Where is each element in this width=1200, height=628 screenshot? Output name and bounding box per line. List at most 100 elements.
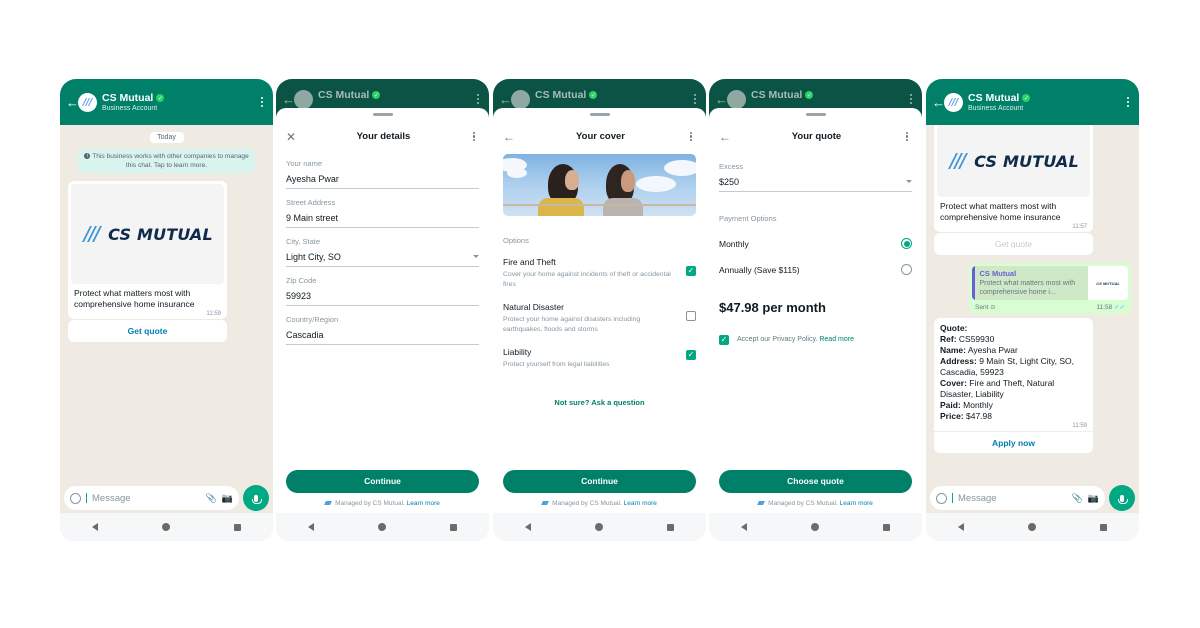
cs-mutual-logo-icon: [82, 226, 103, 242]
monthly-radio[interactable]: [901, 238, 912, 249]
quote-line: Name: Ayesha Pwar: [940, 345, 1018, 355]
country-input[interactable]: Cascadia: [286, 324, 479, 345]
business-notice[interactable]: i This business works with other companie…: [78, 149, 255, 173]
liability-checkbox[interactable]: ✓: [686, 349, 696, 360]
sheet-handle[interactable]: [805, 113, 826, 116]
annually-radio[interactable]: [901, 264, 912, 275]
mic-button[interactable]: [1109, 485, 1135, 511]
more-options-icon[interactable]: [902, 131, 912, 142]
back-arrow-icon: ←: [282, 91, 295, 107]
message-input[interactable]: Message 📎 📷: [930, 486, 1105, 510]
nav-home-icon[interactable]: [1028, 523, 1036, 531]
field-zip: Zip Code 59923: [286, 276, 479, 306]
privacy-checkbox[interactable]: ✓: [719, 334, 729, 345]
payment-monthly-option[interactable]: Monthly: [719, 231, 912, 257]
contact-name: CS Mutual: [535, 89, 587, 101]
contact-name: CS Mutual: [751, 89, 803, 101]
logo-text: CS MUTUAL: [974, 151, 1079, 171]
mic-button[interactable]: [243, 485, 269, 511]
more-options-icon[interactable]: [686, 131, 696, 142]
accept-text: Accept our Privacy Policy.: [737, 336, 818, 343]
chat-body: Today i This business works with other co…: [60, 125, 273, 483]
field-value: Ayesha Pwar: [286, 173, 339, 184]
avatar: [511, 89, 530, 109]
message-input[interactable]: Message 📎 📷: [64, 486, 239, 510]
sent-time: 11:58 ✓✓: [1096, 304, 1125, 311]
message-composer: Message 📎 📷: [64, 485, 269, 511]
field-label: City, State: [286, 236, 321, 246]
quote-line: Price: $47.98: [940, 411, 992, 421]
city-state-dropdown[interactable]: Light City, SO: [286, 246, 479, 267]
nav-home-icon[interactable]: [162, 523, 170, 531]
avatar[interactable]: [78, 92, 97, 112]
camera-icon[interactable]: 📷: [1088, 493, 1099, 503]
back-arrow-icon[interactable]: ←: [719, 130, 731, 144]
nav-recents-icon[interactable]: [667, 523, 674, 531]
name-input[interactable]: Ayesha Pwar: [286, 168, 479, 189]
nav-back-icon[interactable]: [92, 523, 98, 531]
ask-question-link[interactable]: Not sure? Ask a question: [503, 398, 696, 407]
android-navbar: [926, 513, 1139, 541]
back-arrow-icon[interactable]: ←: [66, 96, 79, 109]
camera-icon[interactable]: 📷: [222, 493, 233, 503]
nav-recents-icon[interactable]: [1100, 523, 1107, 531]
nav-home-icon[interactable]: [378, 523, 386, 531]
learn-more-link[interactable]: Learn more: [624, 500, 657, 507]
back-arrow-icon[interactable]: ←: [932, 96, 945, 109]
more-options-icon[interactable]: [469, 131, 479, 142]
message-placeholder: Message: [958, 492, 997, 504]
field-excess: Excess $250: [719, 162, 912, 192]
payment-annually-option[interactable]: Annually (Save $115): [719, 257, 912, 283]
nav-home-icon[interactable]: [595, 523, 603, 531]
android-navbar: [493, 513, 706, 541]
sent-flow-response[interactable]: CS Mutual Protect what matters most with …: [969, 263, 1131, 314]
zip-input[interactable]: 59923: [286, 285, 479, 306]
more-options-icon[interactable]: [257, 97, 267, 107]
nav-recents-icon[interactable]: [234, 523, 241, 531]
quoted-message[interactable]: CS Mutual Protect what matters most with …: [972, 266, 1128, 300]
nav-back-icon[interactable]: [525, 523, 531, 531]
sheet-handle[interactable]: [589, 113, 610, 116]
field-label: Excess: [719, 161, 744, 171]
emoji-icon[interactable]: [936, 492, 947, 504]
get-quote-button[interactable]: Get quote: [68, 320, 227, 342]
learn-more-link[interactable]: Learn more: [407, 500, 440, 507]
apply-now-button[interactable]: Apply now: [934, 431, 1093, 453]
street-input[interactable]: 9 Main street: [286, 207, 479, 228]
avatar[interactable]: [944, 92, 963, 112]
nav-home-icon[interactable]: [811, 523, 819, 531]
close-icon[interactable]: ✕: [286, 130, 298, 144]
natural-disaster-checkbox[interactable]: [686, 310, 696, 321]
learn-more-link[interactable]: Learn more: [840, 500, 873, 507]
quote-heading: Quote:: [940, 323, 968, 333]
android-navbar: [709, 513, 922, 541]
nav-back-icon[interactable]: [741, 523, 747, 531]
nav-back-icon[interactable]: [308, 523, 314, 531]
read-more-link[interactable]: Read more: [819, 336, 854, 343]
option-label: Annually (Save $115): [719, 264, 800, 275]
excess-dropdown[interactable]: $250: [719, 171, 912, 192]
option-natural-disaster[interactable]: Natural Disaster Protect your home agains…: [503, 302, 696, 335]
emoji-icon[interactable]: [70, 492, 81, 504]
verified-badge-icon: ✓: [805, 91, 814, 99]
cs-mutual-logo-icon: [324, 501, 333, 506]
attach-icon[interactable]: 📎: [1072, 493, 1083, 503]
mic-icon: [252, 494, 262, 504]
nav-recents-icon[interactable]: [883, 523, 890, 531]
sheet-handle[interactable]: [372, 113, 393, 116]
attach-icon[interactable]: 📎: [206, 493, 217, 503]
option-label: Monthly: [719, 238, 749, 249]
more-options-icon[interactable]: [1123, 97, 1133, 107]
fire-theft-checkbox[interactable]: ✓: [686, 265, 696, 276]
continue-button[interactable]: Continue: [286, 470, 479, 493]
nav-recents-icon[interactable]: [450, 523, 457, 531]
back-arrow-icon[interactable]: ←: [503, 130, 515, 144]
option-fire-theft[interactable]: Fire and Theft Cover your home against in…: [503, 257, 696, 290]
field-label: Country/Region: [286, 314, 339, 324]
nav-back-icon[interactable]: [958, 523, 964, 531]
sheet-title: Your cover: [576, 131, 625, 142]
choose-quote-button[interactable]: Choose quote: [719, 470, 912, 493]
quoted-snippet: Protect what matters most with comprehen…: [979, 280, 1076, 296]
option-liability[interactable]: Liability Protect yourself from legal lia…: [503, 347, 696, 370]
continue-button[interactable]: Continue: [503, 470, 696, 493]
